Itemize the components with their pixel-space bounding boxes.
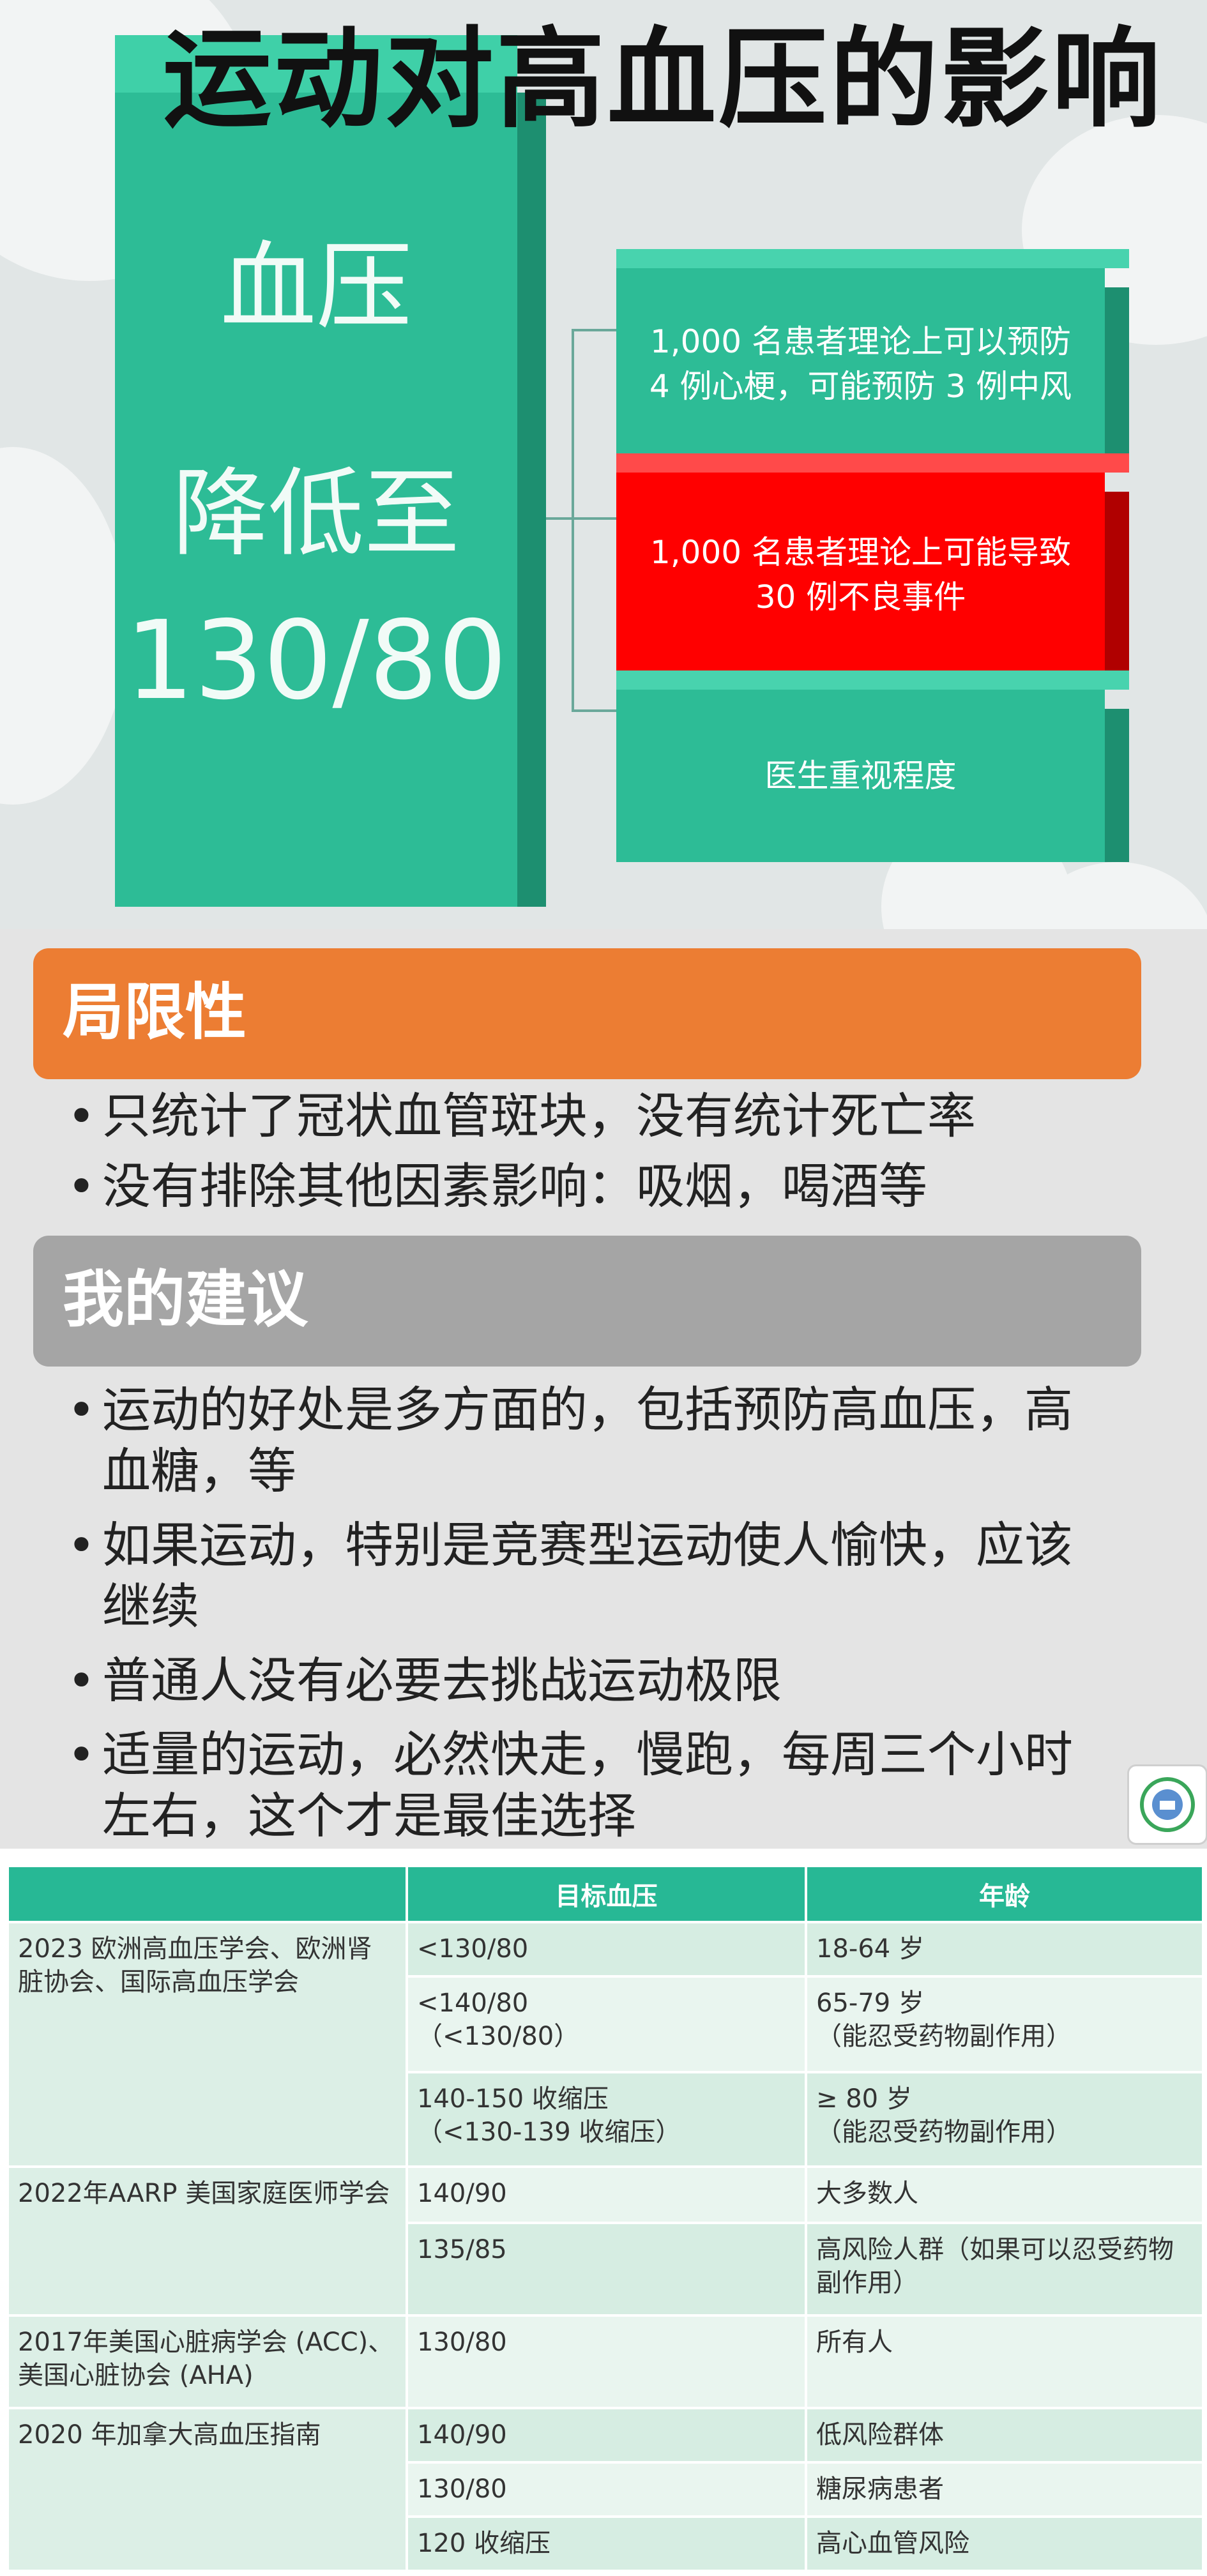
- age-cell: 糖尿病患者: [805, 2461, 1204, 2518]
- prevention-line-1: 1,000 名患者理论上可以预防: [649, 323, 1072, 360]
- limitations-heading: 局限性: [33, 948, 1141, 1079]
- adverse-line-1: 1,000 名患者理论上可能导致: [649, 534, 1072, 571]
- guideline-org-cell: 2020 年加拿大高血压指南: [6, 2407, 408, 2572]
- slide-title: 运动对高血压的影响: [163, 17, 1164, 143]
- bp-label: 血压: [220, 232, 412, 343]
- slide-panel: 血压 降低至 130/80 运动对高血压的影响 1,000 名患者理论上可以预防…: [0, 0, 1207, 929]
- bp-target-value: 130/80: [125, 598, 508, 724]
- list-item: 只统计了冠状血管斑块，没有统计死亡率: [67, 1086, 1114, 1147]
- list-item: 普通人没有必要去挑战运动极限: [67, 1650, 1114, 1711]
- connector-line: [572, 329, 616, 331]
- age-cell: ≥ 80 岁（能忍受药物副作用）: [805, 2071, 1204, 2168]
- table-header-cell: [6, 1865, 408, 1923]
- target-bp-cell: 120 收缩压: [406, 2515, 807, 2572]
- target-bp-cell: 135/85: [406, 2222, 807, 2317]
- guideline-table-panel: 目标血压 年龄 2023 欧洲高血压学会、欧洲肾脏协会、国际高血压学会 <130…: [0, 1849, 1207, 2576]
- table-row: 2023 欧洲高血压学会、欧洲肾脏协会、国际高血压学会 <130/80 18-6…: [6, 1921, 1204, 2168]
- target-bp-cell: 140/90: [406, 2165, 807, 2224]
- doctor-attention-info-box: 医生重视程度: [616, 671, 1129, 862]
- advice-heading: 我的建议: [33, 1236, 1141, 1367]
- age-cell: 高心血管风险: [805, 2515, 1204, 2572]
- prevention-line-2: 4 例心梗，可能预防 3 例中风: [649, 368, 1072, 405]
- table-row: 2017年美国心脏病学会 (ACC)、美国心脏协会 (AHA) 130/80 所…: [6, 2314, 1204, 2409]
- guideline-org-cell: 2023 欧洲高血压学会、欧洲肾脏协会、国际高血压学会: [6, 1921, 408, 2168]
- age-cell: 低风险群体: [805, 2407, 1204, 2464]
- table-header-cell: 目标血压: [406, 1865, 807, 1923]
- list-item: 适量的运动，必然快走，慢跑，每周三个小时左右，这个才是最佳选择: [67, 1724, 1114, 1847]
- target-bp-cell: 130/80: [406, 2314, 807, 2409]
- target-bp-cell: <130/80: [406, 1921, 807, 1978]
- notes-panel: 局限性 只统计了冠状血管斑块，没有统计死亡率 没有排除其他因素影响：吸烟，喝酒等…: [0, 929, 1207, 1849]
- doctor-attention-label: 医生重视程度: [764, 757, 957, 794]
- bp-lower-label: 降低至: [172, 458, 460, 570]
- list-item: 如果运动，特别是竞赛型运动使人愉快，应该继续: [67, 1515, 1114, 1637]
- list-item: 运动的好处是多方面的，包括预防高血压，高血糖，等: [67, 1379, 1114, 1502]
- adverse-events-info-box: 1,000 名患者理论上可能导致 30 例不良事件: [616, 453, 1129, 677]
- table-header-row: 目标血压 年龄: [6, 1865, 1204, 1923]
- guideline-org-cell: 2022年AARP 美国家庭医师学会: [6, 2165, 408, 2317]
- age-cell: 大多数人: [805, 2165, 1204, 2224]
- connector-line: [546, 517, 616, 520]
- laurel-logo-icon: [1127, 1764, 1207, 1845]
- connector-line: [572, 709, 616, 712]
- bp-guideline-table: 目标血压 年龄 2023 欧洲高血压学会、欧洲肾脏协会、国际高血压学会 <130…: [6, 1865, 1204, 2572]
- prevention-info-box: 1,000 名患者理论上可以预防 4 例心梗，可能预防 3 例中风: [616, 249, 1129, 460]
- limitations-list: 只统计了冠状血管斑块，没有统计死亡率 没有排除其他因素影响：吸烟，喝酒等: [67, 1086, 1114, 1226]
- age-cell: 65-79 岁（能忍受药物副作用）: [805, 1975, 1204, 2073]
- advice-list: 运动的好处是多方面的，包括预防高血压，高血糖，等 如果运动，特别是竞赛型运动使人…: [67, 1379, 1114, 1860]
- guideline-org-cell: 2017年美国心脏病学会 (ACC)、美国心脏协会 (AHA): [6, 2314, 408, 2409]
- table-header-cell: 年龄: [805, 1865, 1204, 1923]
- bp-target-box-side-face: [517, 93, 546, 907]
- age-cell: 所有人: [805, 2314, 1204, 2409]
- target-bp-cell: 140-150 收缩压 （<130-139 收缩压）: [406, 2071, 807, 2168]
- target-bp-cell: 140/90: [406, 2407, 807, 2464]
- table-row: 2020 年加拿大高血压指南 140/90 低风险群体: [6, 2407, 1204, 2572]
- age-cell: 高风险人群（如果可以忍受药物副作用）: [805, 2222, 1204, 2317]
- adverse-line-2: 30 例不良事件: [755, 579, 966, 616]
- target-bp-cell: <140/80 （<130/80）: [406, 1975, 807, 2073]
- target-bp-cell: 130/80: [406, 2461, 807, 2518]
- table-row: 2022年AARP 美国家庭医师学会 140/90 大多数人: [6, 2165, 1204, 2317]
- age-cell: 18-64 岁: [805, 1921, 1204, 1978]
- list-item: 没有排除其他因素影响：吸烟，喝酒等: [67, 1156, 1114, 1217]
- connector-line: [572, 329, 574, 712]
